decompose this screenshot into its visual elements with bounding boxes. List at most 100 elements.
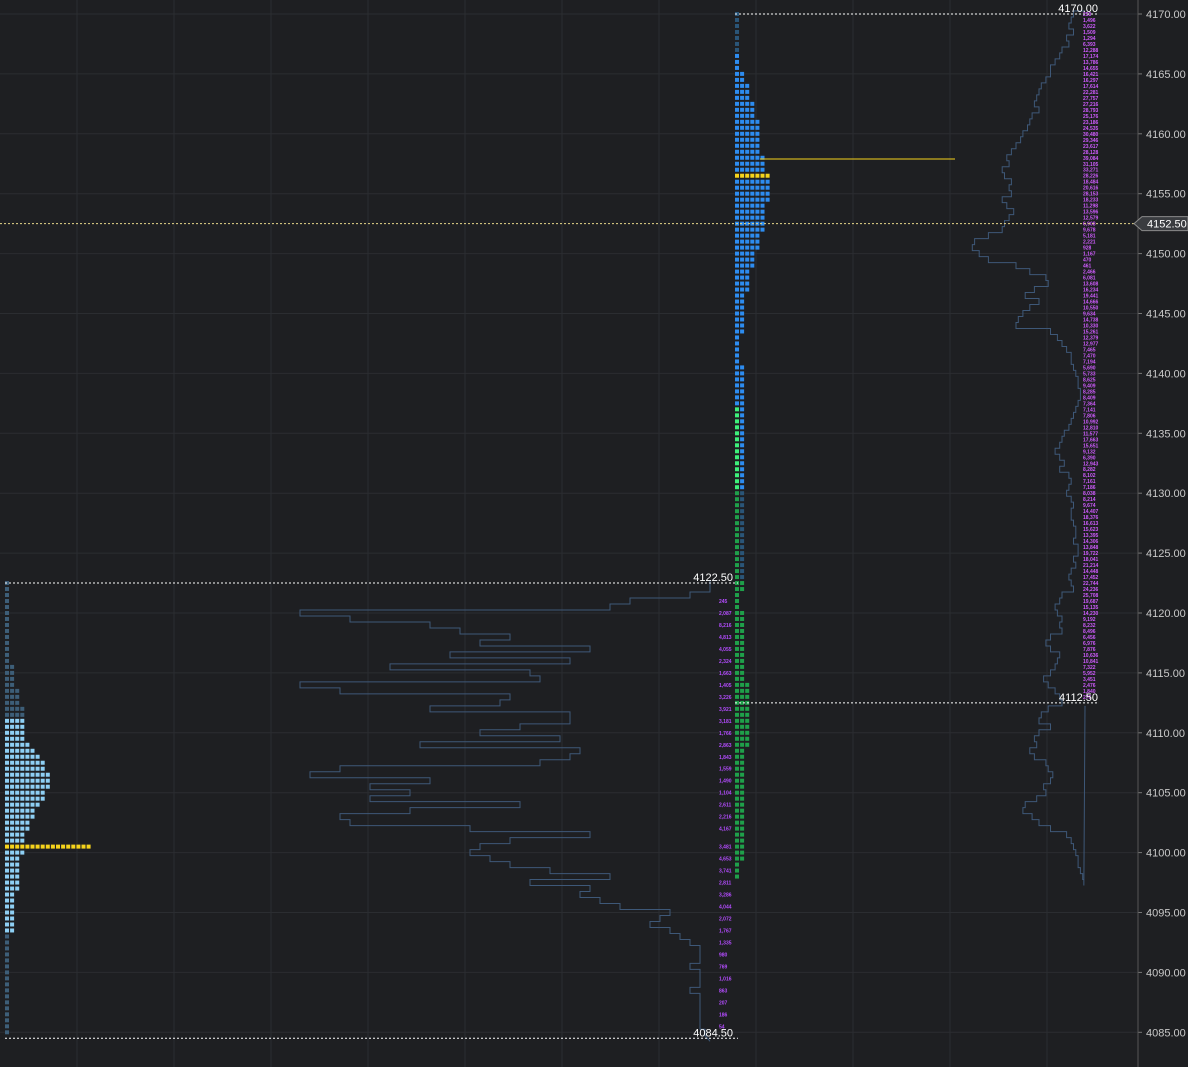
- tpo-square: [25, 796, 30, 801]
- tpo-square: [5, 646, 9, 651]
- tpo-square: [740, 515, 745, 520]
- volume-label: 3,286: [719, 893, 732, 899]
- tpo-square: [735, 83, 739, 88]
- volume-label: 4,055: [719, 647, 732, 653]
- tpo-square: [740, 658, 745, 663]
- tpo-square: [740, 329, 745, 334]
- tpo-square: [5, 832, 9, 837]
- tpo-square: [755, 143, 760, 148]
- price-tick-label: 4090.00: [1146, 967, 1186, 979]
- tpo-square: [740, 491, 745, 496]
- tpo-square: [735, 137, 739, 142]
- tpo-square: [740, 557, 745, 562]
- volume-label: 4,167: [719, 827, 732, 833]
- volume-label: 1,767: [719, 928, 732, 934]
- tpo-square: [735, 503, 739, 508]
- tpo-square: [735, 599, 739, 604]
- tpo-square: [740, 299, 745, 304]
- tpo-square: [735, 850, 739, 855]
- tpo-square: [30, 772, 35, 777]
- tpo-square: [20, 736, 25, 741]
- tpo-square: [745, 275, 750, 280]
- tpo-square: [740, 856, 745, 861]
- tpo-square: [735, 71, 739, 76]
- tpo-square: [740, 71, 745, 76]
- tpo-square: [745, 287, 750, 292]
- tpo-square: [15, 808, 20, 813]
- session-high-label: 4170.00: [1058, 3, 1098, 15]
- tpo-square: [745, 694, 750, 699]
- tpo-square: [735, 17, 739, 22]
- tpo-square: [755, 155, 760, 160]
- price-tick-label: 4130.00: [1146, 488, 1186, 500]
- price-tick-label: 4115.00: [1146, 668, 1185, 680]
- tpo-square: [745, 95, 750, 100]
- tpo-square: [15, 850, 20, 855]
- tpo-square: [740, 251, 745, 256]
- tpo-square: [740, 790, 745, 795]
- tpo-square: [5, 988, 9, 993]
- tpo-square: [735, 820, 739, 825]
- tpo-square: [735, 59, 739, 64]
- tpo-square: [735, 838, 739, 843]
- tpo-square: [760, 203, 765, 208]
- tpo-square: [5, 856, 9, 861]
- volume-label: 3,481: [719, 845, 732, 851]
- tpo-square: [745, 149, 750, 154]
- tpo-square: [15, 880, 20, 885]
- tpo-square: [66, 844, 71, 849]
- market-profile-chart[interactable]: 245 2,087 8,216 4,813 4,055 2,324 1,663 1,405 3,…: [0, 0, 1188, 1067]
- tpo-square: [15, 736, 20, 741]
- tpo-square: [740, 670, 745, 675]
- tpo-square: [735, 383, 739, 388]
- tpo-square: [10, 910, 15, 915]
- tpo-square: [740, 634, 745, 639]
- tpo-square: [735, 874, 739, 879]
- tpo-square: [755, 239, 760, 244]
- tpo-square: [10, 922, 15, 927]
- tpo-square: [735, 521, 739, 526]
- tpo-square: [5, 1024, 9, 1029]
- tpo-square: [735, 233, 739, 238]
- tpo-square: [10, 784, 15, 789]
- tpo-square: [5, 946, 9, 951]
- tpo-square: [45, 772, 50, 777]
- tpo-square: [750, 197, 755, 202]
- tpo-square: [25, 820, 30, 825]
- tpo-square: [760, 161, 765, 166]
- tpo-square: [10, 844, 15, 849]
- tpo-square: [5, 916, 9, 921]
- tpo-square: [740, 682, 745, 687]
- tpo-square: [735, 587, 739, 592]
- tpo-square: [5, 1006, 9, 1011]
- tpo-square: [20, 718, 25, 723]
- tpo-square: [740, 802, 745, 807]
- tpo-square: [745, 712, 750, 717]
- tpo-square: [755, 179, 760, 184]
- tpo-square: [35, 790, 40, 795]
- tpo-square: [735, 748, 739, 753]
- tpo-square: [20, 766, 25, 771]
- tpo-square: [15, 754, 20, 759]
- volume-label: 2,863: [719, 743, 732, 749]
- tpo-square: [735, 197, 739, 202]
- tpo-square: [740, 425, 745, 430]
- tpo-square: [5, 748, 9, 753]
- tpo-square: [740, 718, 745, 723]
- tpo-square: [20, 796, 25, 801]
- tpo-square: [40, 844, 45, 849]
- tpo-square: [745, 83, 750, 88]
- tpo-square: [10, 838, 15, 843]
- tpo-square: [735, 107, 739, 112]
- tpo-square: [735, 658, 739, 663]
- volume-label: 4,653: [719, 857, 732, 863]
- tpo-square: [740, 377, 745, 382]
- tpo-square: [760, 215, 765, 220]
- tpo-square: [740, 503, 745, 508]
- tpo-square: [25, 766, 30, 771]
- tpo-square: [15, 796, 20, 801]
- tpo-square: [735, 185, 739, 190]
- tpo-square: [745, 89, 750, 94]
- tpo-square: [5, 778, 9, 783]
- price-axis[interactable]: 4170.00 4165.00 4160.00 4155.00 4150.00 4145.…: [1133, 0, 1188, 1067]
